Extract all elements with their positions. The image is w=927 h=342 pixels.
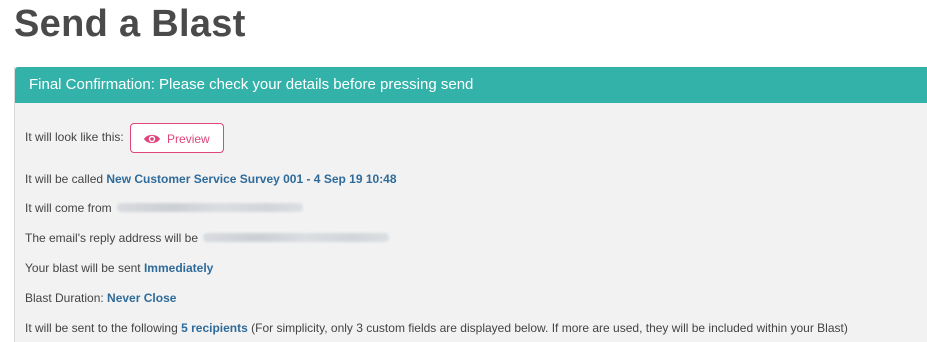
recipients-note: (For simplicity, only 3 custom fields ar… <box>247 321 848 335</box>
name-row: It will be called New Customer Service S… <box>25 171 397 187</box>
panel-header: Final Confirmation: Please check your de… <box>15 67 927 103</box>
recipients-label: It will be sent to the following <box>25 321 182 335</box>
sent-label: Your blast will be sent <box>25 261 144 275</box>
reply-row: The email's reply address will be <box>25 230 390 246</box>
preview-label: Preview <box>167 132 210 146</box>
from-address-redacted <box>117 203 304 213</box>
from-label: It will come from <box>25 201 112 215</box>
called-label: It will be called <box>25 172 107 186</box>
blast-name: New Customer Service Survey 001 - 4 Sep … <box>106 172 397 186</box>
recipients-count: 5 recipients <box>181 321 248 335</box>
eye-icon <box>144 134 161 143</box>
duration-row: Blast Duration: Never Close <box>25 290 176 306</box>
confirmation-panel: Final Confirmation: Please check your de… <box>14 67 927 342</box>
page-title: Send a Blast <box>14 3 246 45</box>
reply-label: The email's reply address will be <box>25 231 199 245</box>
reply-address-redacted <box>203 233 390 243</box>
duration-label: Blast Duration: <box>25 291 108 305</box>
duration-value: Never Close <box>107 291 177 305</box>
from-row: It will come from <box>25 200 304 216</box>
preview-button[interactable]: Preview <box>130 123 225 153</box>
look-like-label: It will look like this: <box>25 130 124 145</box>
send-time-row: Your blast will be sent Immediately <box>25 260 213 276</box>
recipients-row: It will be sent to the following 5 recip… <box>25 320 848 336</box>
preview-row: It will look like this: Preview <box>25 123 225 153</box>
send-time-value: Immediately <box>143 261 214 275</box>
